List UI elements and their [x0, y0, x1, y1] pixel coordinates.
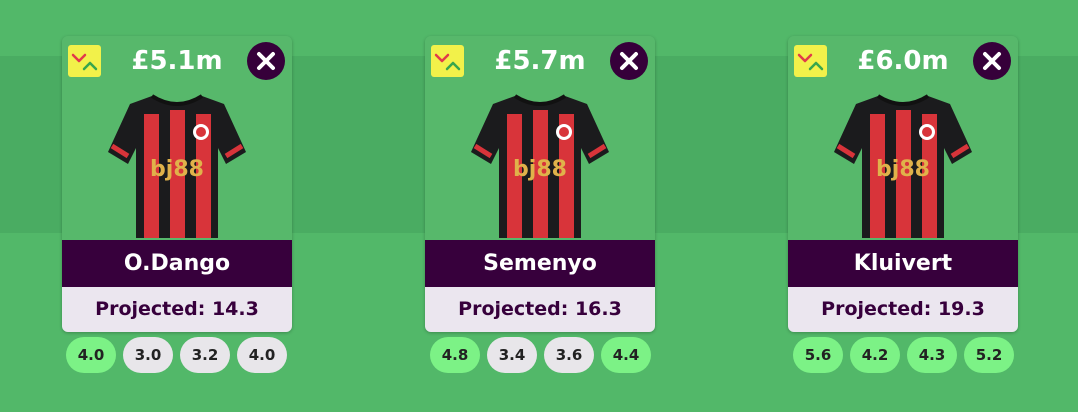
- close-icon[interactable]: [610, 42, 648, 80]
- swap-arrows-icon[interactable]: [431, 45, 464, 77]
- team-shirt-image: bj88: [471, 94, 609, 238]
- player-name: Kluivert: [788, 240, 1018, 287]
- team-shirt-image: bj88: [108, 94, 246, 238]
- player-card-header: £6.0m bj88: [788, 36, 1018, 240]
- shirt-sponsor: bj88: [876, 157, 930, 182]
- swap-arrows-icon[interactable]: [794, 45, 827, 77]
- player-price: £5.1m: [131, 46, 223, 76]
- player-card-header: £5.7m bj88: [425, 36, 655, 240]
- player-name: O.Dango: [62, 240, 292, 287]
- player-price: £5.7m: [494, 46, 586, 76]
- projected-points: Projected: 19.3: [788, 287, 1018, 332]
- team-shirt-image: bj88: [834, 94, 972, 238]
- player-card-header: £5.1m bj88: [62, 36, 292, 240]
- fixture-chip: 4.8: [430, 337, 480, 373]
- fixture-chip: 4.2: [850, 337, 900, 373]
- fixture-chip: 3.4: [487, 337, 537, 373]
- player-price: £6.0m: [857, 46, 949, 76]
- swap-arrows-icon[interactable]: [68, 45, 101, 77]
- player-card[interactable]: £5.7m bj88 Semenyo Projected: 16.3: [425, 36, 655, 332]
- fixture-chip: 3.0: [123, 337, 173, 373]
- player-card[interactable]: £6.0m bj88 Kluivert Projected: 19.3: [788, 36, 1018, 332]
- projected-points: Projected: 16.3: [425, 287, 655, 332]
- player-name: Semenyo: [425, 240, 655, 287]
- close-icon[interactable]: [247, 42, 285, 80]
- fixture-chip: 4.4: [601, 337, 651, 373]
- shirt-sponsor: bj88: [513, 157, 567, 182]
- shirt-sponsor: bj88: [150, 157, 204, 182]
- fixture-chip: 4.0: [66, 337, 116, 373]
- fixture-chip: 4.3: [907, 337, 957, 373]
- fixture-chip: 5.6: [793, 337, 843, 373]
- fixture-chip: 3.6: [544, 337, 594, 373]
- close-icon[interactable]: [973, 42, 1011, 80]
- fixture-chip: 5.2: [964, 337, 1014, 373]
- fixture-chip: 4.0: [237, 337, 287, 373]
- player-card[interactable]: £5.1m bj88 O.Dango Projected: 14.3: [62, 36, 292, 332]
- projected-points: Projected: 14.3: [62, 287, 292, 332]
- fixture-chip: 3.2: [180, 337, 230, 373]
